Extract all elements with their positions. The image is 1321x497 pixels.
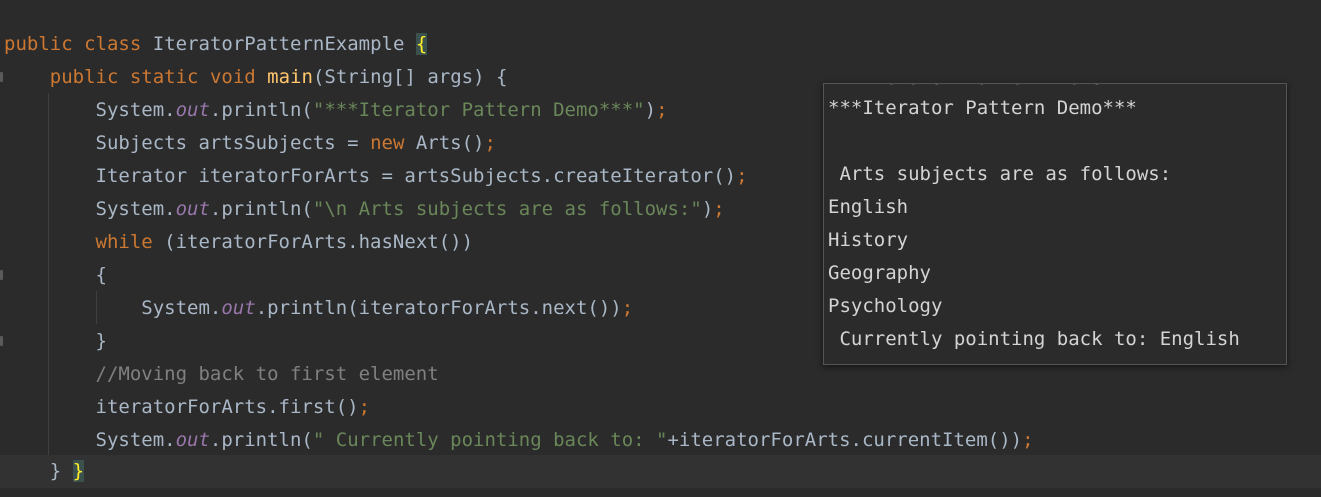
code-token: System. bbox=[95, 198, 176, 220]
code-token: System. bbox=[141, 297, 222, 319]
output-line: Psychology bbox=[828, 295, 943, 317]
string-literal: "\n Arts subjects are as follows:" bbox=[312, 198, 702, 220]
semicolon: ; bbox=[621, 297, 634, 319]
output-line: History bbox=[828, 229, 909, 251]
keyword: class bbox=[84, 33, 142, 55]
string-literal: "***Iterator Pattern Demo***" bbox=[312, 99, 645, 121]
brace: { bbox=[95, 264, 107, 286]
brace: } bbox=[95, 330, 107, 352]
code-line-class-decl[interactable]: public class IteratorPatternExample { bbox=[0, 28, 1321, 61]
console-output-panel: ***Iterator Pattern Demo*** ***Iterator … bbox=[823, 83, 1287, 365]
code-token: (iteratorForArts.hasNext()) bbox=[152, 231, 474, 253]
output-line: Currently pointing back to: English bbox=[828, 328, 1240, 350]
semicolon: ; bbox=[656, 99, 668, 121]
code-token: .println( bbox=[209, 99, 313, 121]
code-token: System. bbox=[95, 99, 176, 121]
code-token: ) bbox=[644, 99, 657, 121]
static-field: out bbox=[175, 198, 210, 220]
semicolon: ; bbox=[713, 198, 725, 220]
code-line-println[interactable]: System.out.println(" Currently pointing … bbox=[0, 424, 1321, 457]
code-token: Subjects artsSubjects = bbox=[95, 132, 371, 154]
code-token: iteratorForArts.first() bbox=[95, 396, 359, 418]
semicolon: ; bbox=[736, 165, 748, 187]
keyword: public bbox=[49, 66, 119, 88]
class-name: IteratorPatternExample bbox=[152, 33, 405, 55]
brace: } bbox=[49, 460, 62, 482]
keyword: static bbox=[129, 66, 199, 88]
keyword: new bbox=[370, 132, 405, 154]
keyword: void bbox=[209, 66, 256, 88]
code-token: .println( bbox=[209, 429, 313, 451]
static-field: out bbox=[221, 297, 256, 319]
string-literal: " Currently pointing back to: " bbox=[312, 429, 668, 451]
code-token: +iteratorForArts.currentItem()) bbox=[667, 429, 1023, 451]
matched-brace: } bbox=[72, 460, 85, 482]
code-token: .println(iteratorForArts.next()) bbox=[255, 297, 622, 319]
semicolon: ; bbox=[484, 132, 496, 154]
code-token: Iterator iteratorForArts = artsSubjects.… bbox=[95, 165, 737, 187]
method-params: (String[] args) { bbox=[312, 66, 508, 88]
comment: //Moving back to first element bbox=[95, 363, 439, 385]
keyword: while bbox=[95, 231, 153, 253]
static-field: out bbox=[175, 429, 210, 451]
code-token: System. bbox=[95, 429, 176, 451]
matched-brace: { bbox=[415, 33, 428, 55]
output-line: ***Iterator Pattern Demo*** bbox=[828, 97, 1137, 119]
code-token: ) bbox=[701, 198, 714, 220]
output-line: Arts subjects are as follows: bbox=[828, 163, 1172, 185]
code-line-end[interactable]: } } bbox=[0, 455, 1321, 488]
output-line: English bbox=[828, 196, 909, 218]
keyword: public bbox=[4, 33, 73, 55]
code-line-first[interactable]: iteratorForArts.first(); bbox=[0, 391, 1321, 424]
output-line: Geography bbox=[828, 262, 931, 284]
code-token: .println( bbox=[209, 198, 313, 220]
semicolon: ; bbox=[1022, 429, 1034, 451]
semicolon: ; bbox=[358, 396, 371, 418]
code-token: Arts() bbox=[404, 132, 485, 154]
method-name: main bbox=[267, 66, 313, 88]
static-field: out bbox=[175, 99, 210, 121]
